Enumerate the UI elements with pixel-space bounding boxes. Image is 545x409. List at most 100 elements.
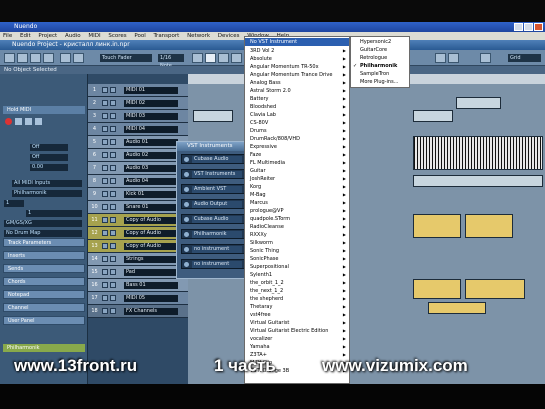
menu-item[interactable]: Clavia Lab ▶	[245, 111, 349, 119]
track-row[interactable]: 11 Copy of Audio	[88, 214, 188, 227]
menu-item[interactable]: 3RD Vol 2 ▶	[245, 47, 349, 55]
section-chords[interactable]: Chords	[3, 277, 85, 286]
menu-item[interactable]: SonicPhase ▶	[245, 255, 349, 263]
track-row[interactable]: 16 Bass 01	[88, 279, 188, 292]
pointer-tool-button[interactable]	[192, 53, 203, 63]
patch-select[interactable]: GM/GS/XG	[4, 220, 82, 227]
maximize-button[interactable]	[524, 23, 533, 31]
menu-item[interactable]: Guitar ▶	[245, 167, 349, 175]
vst-slot-label[interactable]: Philharmonik	[192, 231, 242, 238]
mute-icon[interactable]	[102, 152, 108, 158]
bank-value[interactable]: 1	[26, 210, 82, 217]
menu-item[interactable]: M-Bag ▶	[245, 191, 349, 199]
menu-audio[interactable]: Audio	[62, 32, 84, 40]
track-name[interactable]: Snare 01	[124, 204, 178, 211]
solo-icon[interactable]	[110, 217, 116, 223]
menu-edit[interactable]: Edit	[17, 32, 34, 40]
track-name[interactable]: Kick 01	[124, 191, 178, 198]
solo-icon[interactable]	[110, 269, 116, 275]
power-icon[interactable]	[184, 217, 189, 222]
power-icon[interactable]	[184, 232, 189, 237]
submenu-item[interactable]: ✓ Philharmonik	[351, 62, 409, 70]
menu-item[interactable]: Angular Momentum TR-50x ▶	[245, 63, 349, 71]
solo-icon[interactable]	[110, 152, 116, 158]
track-row[interactable]: 10 Snare 01	[88, 201, 188, 214]
menu-item[interactable]: Bloodshed ▶	[245, 103, 349, 111]
track-row[interactable]: 5 Audio 01	[88, 136, 188, 149]
track-name[interactable]: Copy of Audio	[124, 217, 178, 224]
solo-icon[interactable]	[110, 178, 116, 184]
track-name[interactable]: MIDI 01	[124, 87, 178, 94]
volume-value[interactable]: Off	[30, 144, 68, 151]
menu-item[interactable]: Drums ▶	[245, 127, 349, 135]
section-inserts[interactable]: Inserts	[3, 251, 85, 260]
track-name[interactable]: FX Channels	[124, 308, 178, 315]
track-row[interactable]: 13 Copy of Audio	[88, 240, 188, 253]
menu-item[interactable]: Battery ▶	[245, 95, 349, 103]
pan-value[interactable]: Off	[30, 154, 68, 161]
submenu-item[interactable]: Retrologue	[351, 54, 409, 62]
vst-slot[interactable]: no instrument	[181, 244, 245, 254]
split-tool-button[interactable]	[218, 53, 229, 63]
vst-slot[interactable]: VST Instruments	[181, 169, 245, 179]
display-format-select[interactable]: 1/16 Note	[158, 54, 184, 69]
menu-item[interactable]: Astral Storm 2.0 ▶	[245, 87, 349, 95]
midi-part[interactable]	[456, 97, 501, 109]
vst-slot-label[interactable]: no instrument	[192, 261, 242, 268]
menu-item[interactable]: Angular Momentum Trance Drive ▶	[245, 71, 349, 79]
power-icon[interactable]	[184, 172, 189, 177]
solo-icon[interactable]	[110, 139, 116, 145]
track-name[interactable]: Audio 04	[124, 178, 178, 185]
vst-slot[interactable]: Cubase Audio	[181, 154, 245, 164]
vst-slot-label[interactable]: Audio Output	[192, 201, 242, 208]
track-row[interactable]: 8 Audio 04	[88, 175, 188, 188]
mute-icon[interactable]	[25, 118, 32, 125]
menu-network[interactable]: Network	[184, 32, 213, 40]
mute-icon[interactable]	[102, 230, 108, 236]
mute-icon[interactable]	[102, 113, 108, 119]
track-name[interactable]: Strings	[124, 256, 178, 263]
menu-item[interactable]: Sonic Thing ▶	[245, 247, 349, 255]
submenu-item[interactable]: Hypersonic2	[351, 38, 409, 46]
menu-item[interactable]: Thetaray ▶	[245, 303, 349, 311]
menu-item[interactable]: FL Multimedia ▶	[245, 159, 349, 167]
track-name[interactable]: Pad	[124, 269, 178, 276]
vst-slot-label[interactable]: Ambient VST	[192, 186, 242, 193]
quantize-button[interactable]	[480, 53, 491, 63]
mute-icon[interactable]	[102, 165, 108, 171]
solo-icon[interactable]	[110, 243, 116, 249]
menu-item[interactable]: JoshReiter ▶	[245, 175, 349, 183]
output-routing-select[interactable]: Philharmonik	[12, 190, 82, 197]
solo-icon[interactable]	[110, 126, 116, 132]
track-row[interactable]: 7 Audio 03	[88, 162, 188, 175]
constrain-delay-button[interactable]	[17, 53, 28, 63]
menu-item[interactable]: vocalizer ▶	[245, 335, 349, 343]
power-icon[interactable]	[184, 247, 189, 252]
submenu-item[interactable]: GuitarCore	[351, 46, 409, 54]
track-name[interactable]: MIDI 05	[124, 295, 178, 302]
inspector-bottom-track[interactable]: Philharmonik	[3, 344, 85, 352]
section-track-parameters[interactable]: Track Parameters	[3, 238, 85, 247]
mute-icon[interactable]	[102, 87, 108, 93]
track-name[interactable]: MIDI 02	[124, 100, 178, 107]
mute-icon[interactable]	[102, 178, 108, 184]
section-channel[interactable]: Channel	[3, 303, 85, 312]
menu-item[interactable]: Virtual Guitarist ▶	[245, 319, 349, 327]
power-icon[interactable]	[184, 202, 189, 207]
track-name[interactable]: Bass 01	[124, 282, 178, 289]
menu-item[interactable]: Sylenth1 ▶	[245, 271, 349, 279]
midi-part[interactable]	[413, 175, 543, 187]
vst-slot-label[interactable]: VST Instruments	[192, 171, 242, 178]
track-name[interactable]: MIDI 03	[124, 113, 178, 120]
vst-slot[interactable]: Philharmonik	[181, 229, 245, 239]
menu-item[interactable]: Superpositional ▶	[245, 263, 349, 271]
section-sends[interactable]: Sends	[3, 264, 85, 273]
menu-item[interactable]: the shepherd ▶	[245, 295, 349, 303]
inspector-toggle-button[interactable]	[30, 53, 41, 63]
midi-part[interactable]	[193, 110, 233, 122]
mute-icon[interactable]	[102, 282, 108, 288]
menu-devices[interactable]: Devices	[215, 32, 243, 40]
track-row[interactable]: 17 MIDI 05	[88, 292, 188, 305]
mute-icon[interactable]	[102, 295, 108, 301]
menu-midi[interactable]: MIDI	[85, 32, 103, 40]
